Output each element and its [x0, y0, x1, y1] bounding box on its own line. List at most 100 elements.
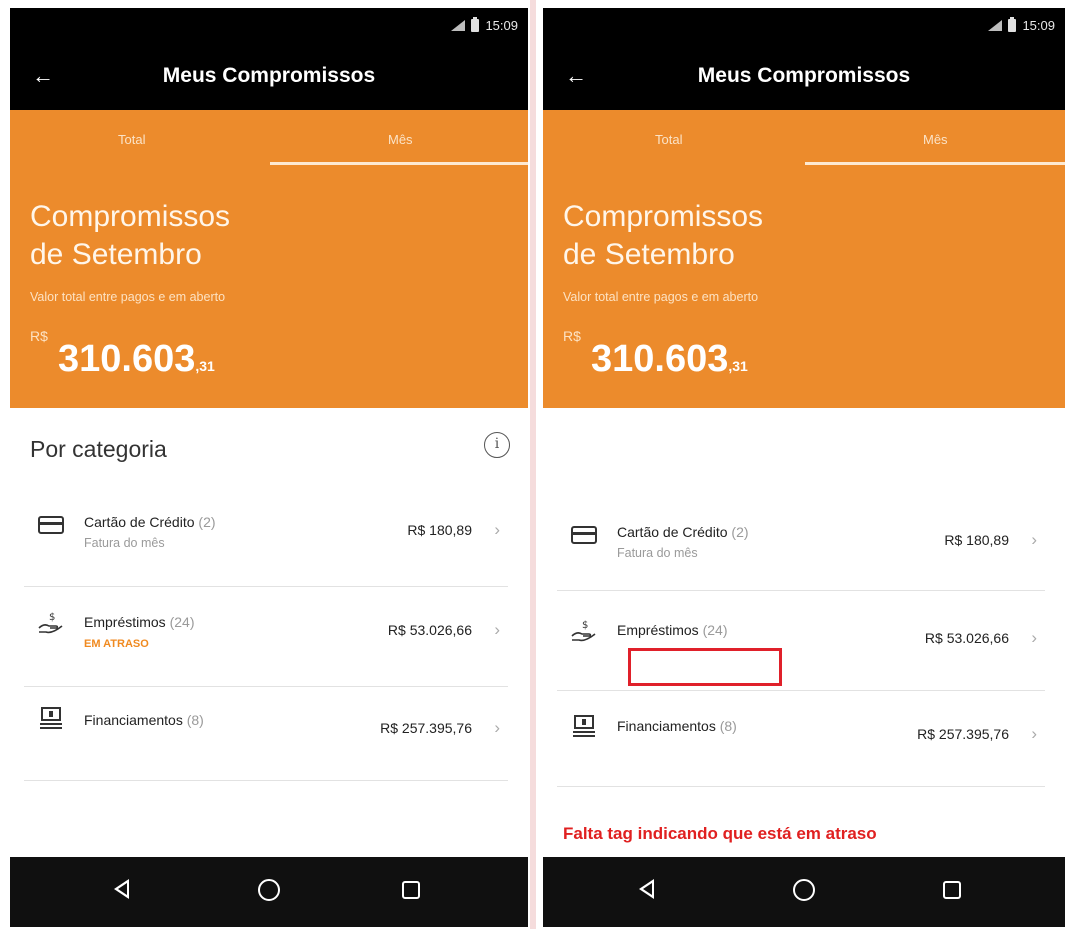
- phone-screen-actual: 15:09 ← Meus Compromissos Total Mês Comp…: [543, 8, 1065, 927]
- status-time: 15:09: [1022, 18, 1055, 33]
- nav-back-icon[interactable]: [639, 879, 654, 899]
- info-icon[interactable]: i: [484, 432, 510, 458]
- row-label: Cartão de Crédito (2): [617, 524, 749, 540]
- chevron-right-icon: ›: [494, 520, 500, 539]
- nav-home-icon[interactable]: [793, 879, 815, 901]
- app-bar: ← Meus Compromissos: [10, 44, 528, 110]
- total-amount-cents: ,31: [728, 358, 748, 374]
- row-title: Financiamentos: [617, 718, 716, 734]
- chevron-right-icon: ›: [494, 718, 500, 737]
- summary-card: Compromissos de Setembro Valor total ent…: [543, 168, 1065, 408]
- financing-icon: [573, 715, 595, 737]
- row-subtitle: Fatura do mês: [617, 546, 698, 560]
- row-title: Empréstimos: [617, 622, 699, 638]
- summary-title-line2: de Setembro: [563, 238, 735, 271]
- row-count: (8): [719, 718, 737, 734]
- row-subtitle: Fatura do mês: [84, 536, 165, 550]
- row-value: R$ 180,89: [407, 522, 472, 538]
- nav-recents-icon[interactable]: [402, 881, 420, 899]
- row-divider: [557, 690, 1045, 691]
- section-title: Por categoria: [30, 436, 167, 462]
- tab-bar: Total Mês: [543, 110, 1065, 168]
- svg-text:$: $: [582, 620, 588, 631]
- nav-back-icon[interactable]: [114, 879, 129, 899]
- row-value: R$ 180,89: [944, 532, 1009, 548]
- screen-divider: [530, 0, 536, 929]
- signal-icon: [988, 20, 1003, 31]
- phone-screen-expected: 15:09 ← Meus Compromissos Total Mês Comp…: [10, 8, 528, 927]
- android-nav-bar: [543, 857, 1065, 927]
- row-title: Cartão de Crédito: [617, 524, 728, 540]
- total-amount-main: 310.603: [58, 338, 196, 380]
- row-divider: [24, 686, 508, 687]
- summary-title: Compromissos de Setembro: [563, 198, 763, 274]
- category-row-credit-card[interactable]: Cartão de Crédito (2) Fatura do mês R$ 1…: [24, 498, 508, 594]
- loan-hand-icon: $: [571, 620, 596, 642]
- row-count: (24): [169, 614, 195, 630]
- signal-icon: [451, 20, 466, 31]
- row-label: Empréstimos (24): [617, 622, 727, 638]
- row-label: Cartão de Crédito (2): [84, 514, 216, 530]
- row-label: Empréstimos (24): [84, 614, 194, 630]
- row-count: (2): [731, 524, 749, 540]
- row-title: Cartão de Crédito: [84, 514, 195, 530]
- tab-total[interactable]: Total: [655, 132, 682, 147]
- android-nav-bar: [10, 857, 528, 927]
- chevron-right-icon: ›: [494, 620, 500, 639]
- battery-icon: [471, 17, 480, 32]
- summary-subtitle: Valor total entre pagos e em aberto: [563, 290, 759, 304]
- summary-title: Compromissos de Setembro: [30, 198, 230, 274]
- missing-tag-highlight: [628, 648, 782, 686]
- total-amount-cents: ,31: [195, 358, 215, 374]
- row-label: Financiamentos (8): [84, 712, 204, 728]
- summary-card: Compromissos de Setembro Valor total ent…: [10, 168, 528, 408]
- tab-indicator: [805, 162, 1065, 165]
- status-bar: 15:09: [10, 8, 528, 44]
- row-value: R$ 257.395,76: [380, 720, 472, 736]
- overdue-tag: EM ATRASO: [84, 638, 149, 650]
- page-title: Meus Compromissos: [697, 64, 911, 87]
- credit-card-icon: [38, 516, 64, 534]
- battery-icon: [1008, 17, 1017, 32]
- row-title: Empréstimos: [84, 614, 166, 630]
- loan-hand-icon: $: [38, 612, 63, 634]
- row-count: (8): [186, 712, 204, 728]
- tab-month[interactable]: Mês: [923, 132, 948, 147]
- summary-title-line1: Compromissos: [30, 200, 231, 233]
- tab-indicator: [270, 162, 528, 165]
- row-divider: [24, 586, 508, 587]
- nav-home-icon[interactable]: [258, 879, 280, 901]
- row-count: (24): [702, 622, 728, 638]
- chevron-right-icon: ›: [1031, 724, 1037, 743]
- currency-symbol: R$: [563, 328, 581, 344]
- row-divider: [557, 786, 1045, 787]
- category-row-financing[interactable]: Financiamentos (8) R$ 257.395,76 ›: [24, 696, 508, 792]
- comparison-stage: 15:09 ← Meus Compromissos Total Mês Comp…: [0, 0, 1067, 929]
- page-title: Meus Compromissos: [162, 64, 376, 87]
- summary-title-line2: de Setembro: [30, 238, 202, 271]
- nav-recents-icon[interactable]: [943, 881, 961, 899]
- chevron-right-icon: ›: [1031, 628, 1037, 647]
- financing-icon: [40, 707, 62, 729]
- tab-bar: Total Mês: [10, 110, 528, 168]
- row-divider: [24, 780, 508, 781]
- row-label: Financiamentos (8): [617, 718, 737, 734]
- app-bar: ← Meus Compromissos: [543, 44, 1065, 110]
- summary-title-line1: Compromissos: [563, 200, 764, 233]
- row-count: (2): [198, 514, 216, 530]
- chevron-right-icon: ›: [1031, 530, 1037, 549]
- row-divider: [557, 590, 1045, 591]
- total-amount: 310.603,31: [58, 338, 215, 381]
- category-row-loans[interactable]: $ Empréstimos (24) EM ATRASO R$ 53.026,6…: [24, 598, 508, 694]
- category-row-financing[interactable]: Financiamentos (8) R$ 257.395,76 ›: [557, 702, 1045, 798]
- svg-text:$: $: [49, 612, 55, 623]
- total-amount: 310.603,31: [591, 338, 748, 381]
- summary-subtitle: Valor total entre pagos e em aberto: [30, 290, 226, 304]
- total-amount-main: 310.603: [591, 338, 729, 380]
- tab-month[interactable]: Mês: [388, 132, 413, 147]
- status-bar: 15:09: [543, 8, 1065, 44]
- bug-annotation: Falta tag indicando que está em atraso: [563, 824, 877, 843]
- currency-symbol: R$: [30, 328, 48, 344]
- tab-total[interactable]: Total: [118, 132, 145, 147]
- credit-card-icon: [571, 526, 597, 544]
